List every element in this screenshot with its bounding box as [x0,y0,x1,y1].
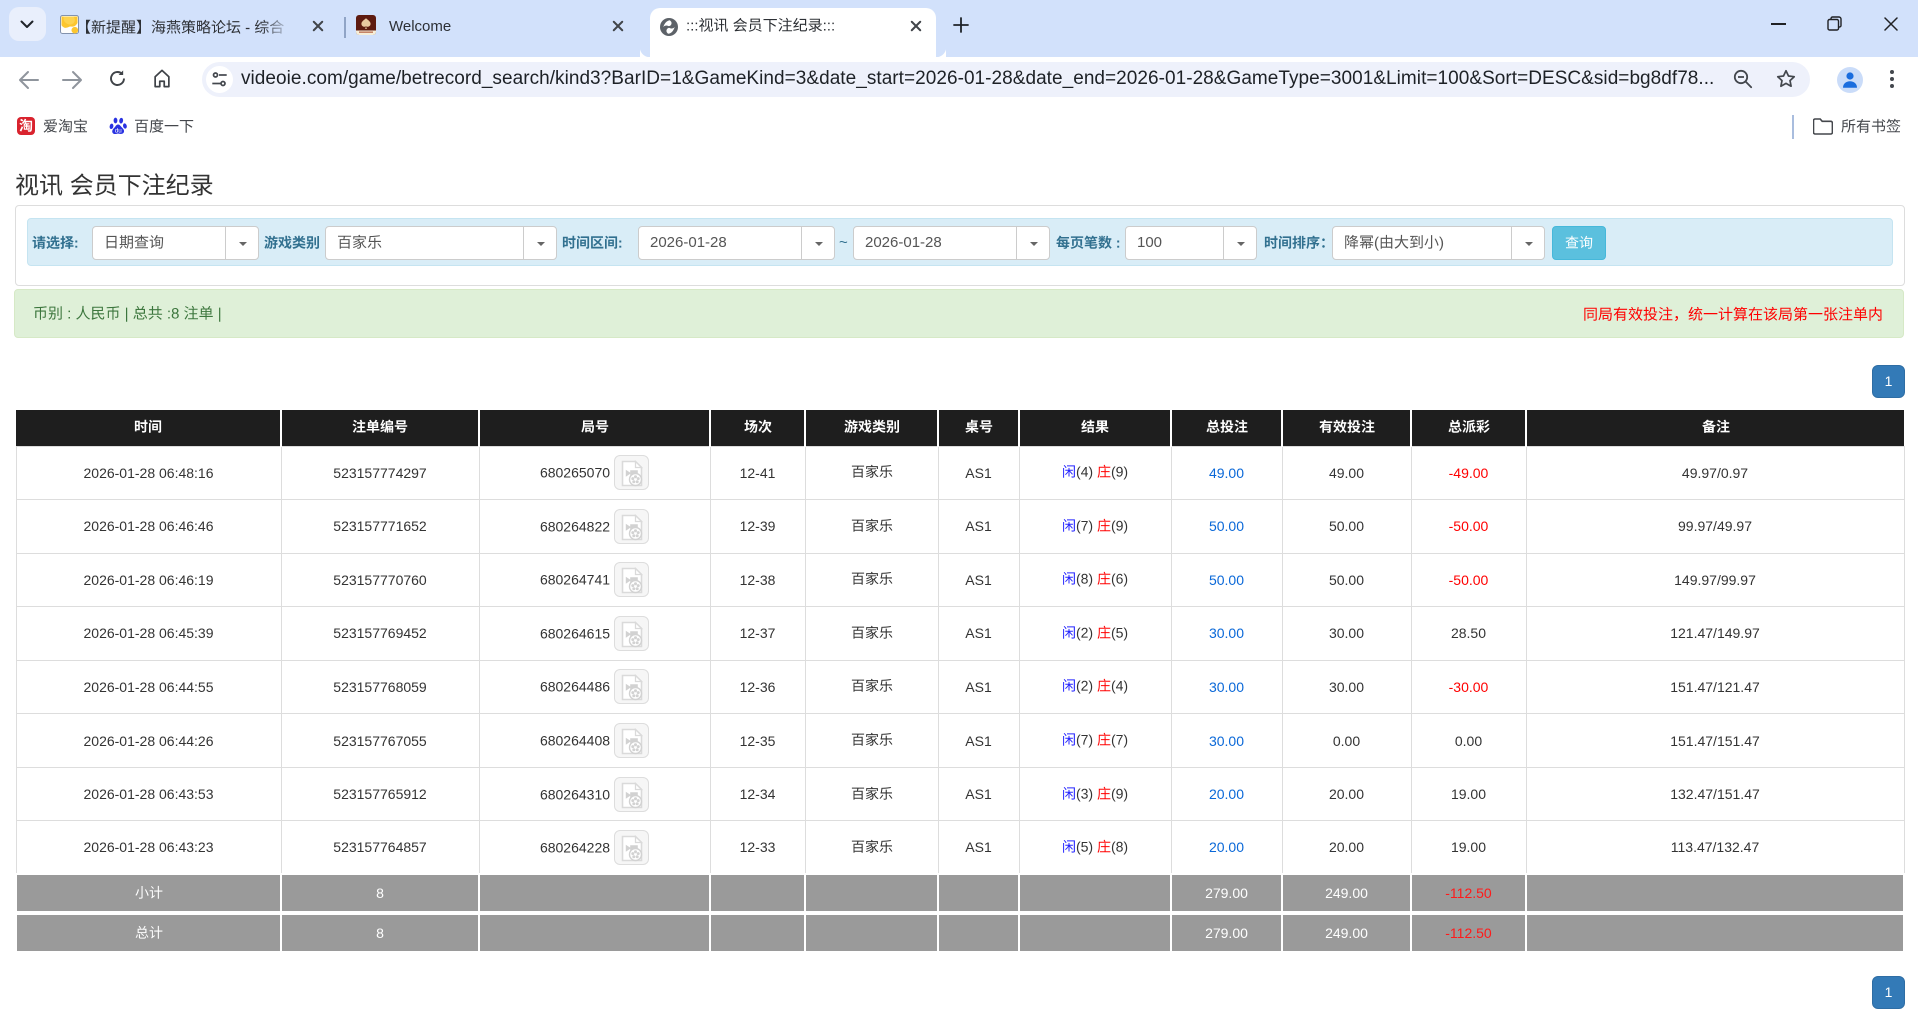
svg-text:du: du [115,127,122,134]
